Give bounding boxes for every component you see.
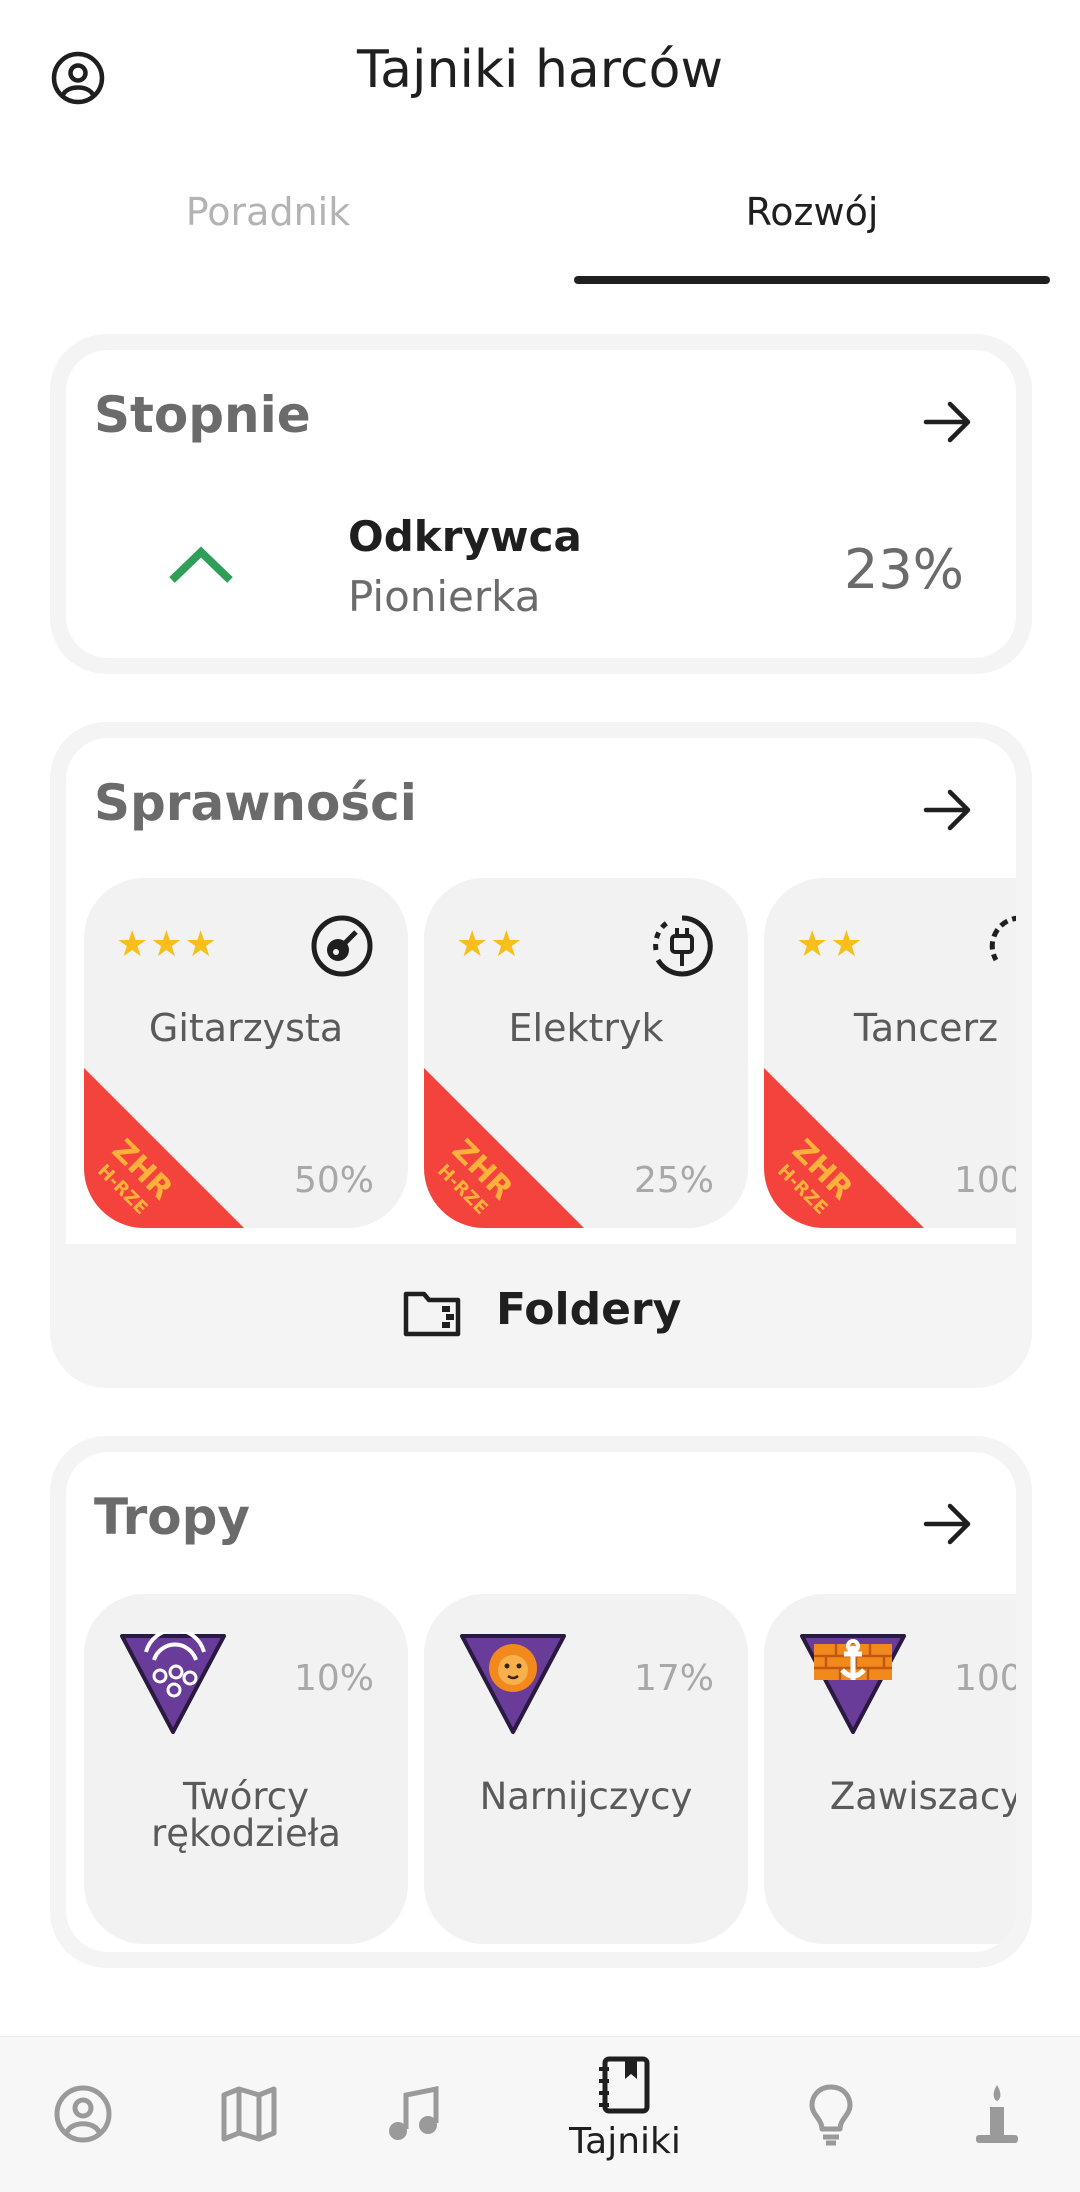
stopnie-title: Stopnie <box>94 386 311 444</box>
plug-icon <box>653 915 713 977</box>
trop-progress: 100% <box>954 1658 1016 1699</box>
sprawnosc-progress: 50% <box>293 1160 374 1201</box>
map-icon[interactable] <box>214 2079 284 2149</box>
zhr-ribbon: ZHR H-RZE <box>764 1068 924 1228</box>
stopnie-inner[interactable]: Stopnie Odkrywca Pionierka 23% <box>66 350 1016 658</box>
lace-badge-icon <box>120 1632 226 1734</box>
stars: ★★★ <box>116 924 219 965</box>
sprawnosci-scroll[interactable]: ★★★ Gitarzysta 50% ZHR H-RZE ★★ Elektryk… <box>84 878 1016 1228</box>
sprawnosci-inner: Sprawności ★★★ Gitarzysta 50% ZHR H-RZE … <box>66 738 1016 1244</box>
tropy-scroll[interactable]: 10% Twórcy rękodzieła 17% Narnijczycy 10… <box>84 1594 1016 1944</box>
arrow-right-icon[interactable] <box>920 782 976 838</box>
arrow-right-icon[interactable] <box>920 394 976 450</box>
sprawnosc-card-tancerz[interactable]: ★★ Tancerz 100% ZHR H-RZE <box>764 878 1016 1228</box>
guitar-icon <box>311 915 373 977</box>
sprawnosc-progress: 100% <box>954 1160 1016 1201</box>
tab-rozwoj[interactable]: Rozwój <box>572 190 1052 234</box>
tab-indicator <box>574 276 1050 284</box>
rank-progress: 23% <box>843 538 964 601</box>
anchor-badge-icon <box>800 1634 906 1734</box>
chevron-up-icon <box>169 546 233 583</box>
folder-icon <box>403 1291 461 1337</box>
lion-badge-icon <box>460 1634 566 1734</box>
sprawnosc-card-elektryk[interactable]: ★★ Elektryk 25% ZHR H-RZE <box>424 878 748 1228</box>
account-icon[interactable] <box>48 2079 118 2149</box>
stars: ★★ <box>456 924 525 965</box>
nav-tajniki-label: Tajniki <box>569 2121 681 2162</box>
music-icon[interactable] <box>380 2079 450 2149</box>
sprawnosci-card: Sprawności ★★★ Gitarzysta 50% ZHR H-RZE … <box>50 722 1032 1388</box>
zhr-ribbon: ZHR H-RZE <box>424 1068 584 1228</box>
nav-tajniki[interactable]: Tajniki <box>560 2055 690 2162</box>
bottom-navigation: Tajniki <box>0 2036 1080 2192</box>
sprawnosci-title: Sprawności <box>94 774 417 832</box>
trop-card-tworcy[interactable]: 10% Twórcy rękodzieła <box>84 1594 408 1944</box>
trop-name: Twórcy rękodzieła <box>151 1775 341 1855</box>
stars: ★★ <box>796 924 865 965</box>
trop-name: Narnijczycy <box>479 1775 693 1818</box>
zhr-ribbon: ZHR H-RZE <box>84 1068 244 1228</box>
trop-name: Zawiszacy <box>829 1775 1016 1818</box>
tab-poradnik[interactable]: Poradnik <box>28 190 508 234</box>
tab-bar: Poradnik Rozwój <box>0 170 1080 290</box>
trop-card-zawiszacy[interactable]: 100% Zawiszacy <box>764 1594 1016 1944</box>
candle-icon[interactable] <box>962 2079 1032 2149</box>
stopnie-card: Stopnie Odkrywca Pionierka 23% <box>50 334 1032 674</box>
sprawnosc-name: Gitarzysta <box>148 1006 344 1050</box>
page-title: Tajniki harców <box>357 40 723 100</box>
app-bar: Tajniki harców <box>0 0 1080 150</box>
trop-progress: 17% <box>633 1658 714 1699</box>
arrow-right-icon[interactable] <box>920 1496 976 1552</box>
tropy-card: Tropy 10% Twórcy rękodzieła 17% Narnijcz… <box>50 1436 1032 1968</box>
dance-icon <box>989 915 1016 962</box>
tropy-inner: Tropy 10% Twórcy rękodzieła 17% Narnijcz… <box>66 1452 1016 1952</box>
tropy-title: Tropy <box>94 1488 251 1546</box>
sprawnosc-name: Elektryk <box>508 1006 664 1050</box>
sprawnosc-progress: 25% <box>633 1160 714 1201</box>
sprawnosc-name: Tancerz <box>853 1006 999 1050</box>
book-icon <box>599 2056 650 2114</box>
sprawnosc-card-gitarzysta[interactable]: ★★★ Gitarzysta 50% ZHR H-RZE <box>84 878 408 1228</box>
lightbulb-icon[interactable] <box>796 2079 866 2149</box>
folders-label: Foldery <box>496 1284 682 1335</box>
trop-card-narnijczycy[interactable]: 17% Narnijczycy <box>424 1594 748 1944</box>
folders-button[interactable]: Foldery <box>50 1244 1032 1394</box>
rank-subtitle: Pionierka <box>348 572 541 621</box>
rank-name: Odkrywca <box>348 512 582 561</box>
trop-progress: 10% <box>293 1658 374 1699</box>
